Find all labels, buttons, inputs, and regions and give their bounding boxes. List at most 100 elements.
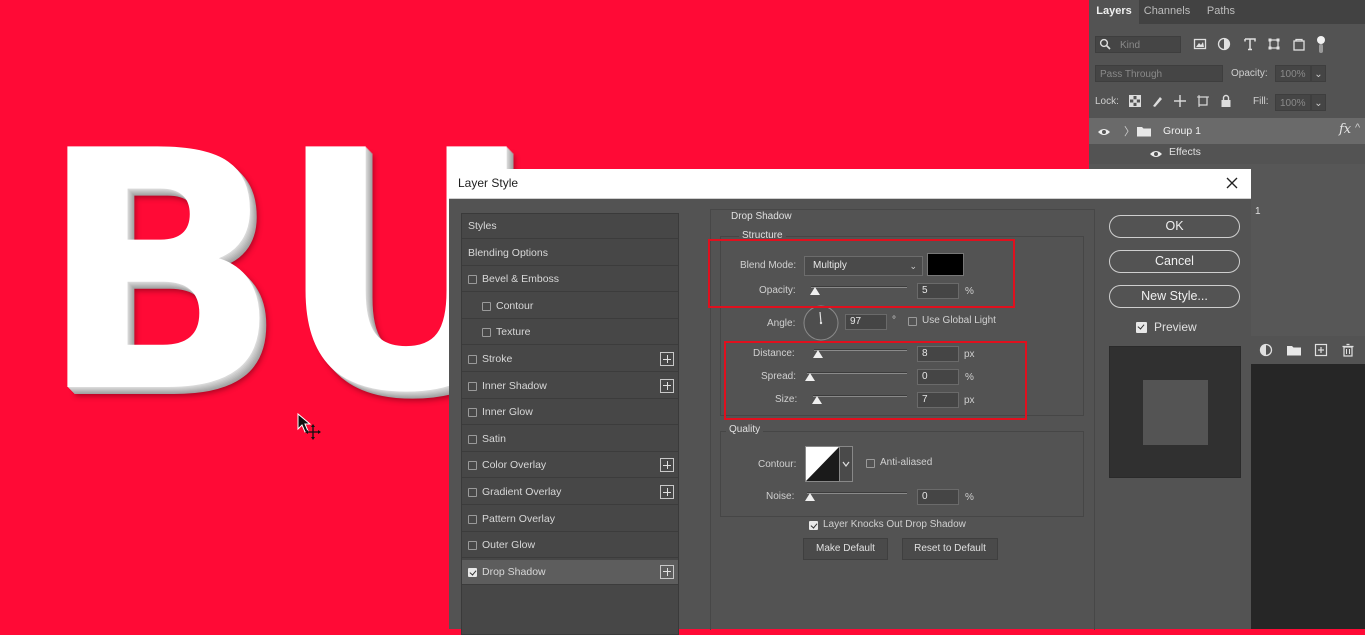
preview-thumbnail <box>1109 346 1241 478</box>
anti-aliased-checkbox[interactable] <box>866 459 875 468</box>
fx-chevron-icon[interactable]: ^ <box>1355 122 1360 134</box>
add-drop-shadow-icon[interactable] <box>660 564 674 579</box>
style-item-inner-glow[interactable]: Inner Glow <box>462 400 678 426</box>
bevel-emboss-checkbox[interactable] <box>468 275 477 285</box>
gradient-overlay-checkbox[interactable] <box>468 488 477 497</box>
style-item-stroke[interactable]: Stroke <box>462 347 678 372</box>
preview-label: Preview <box>1154 320 1197 334</box>
knocks-out-label: Layer Knocks Out Drop Shadow <box>823 519 966 530</box>
effects-row[interactable]: Effects <box>1089 144 1365 164</box>
style-item-blending-options[interactable]: Blending Options <box>462 241 678 266</box>
contour-picker[interactable] <box>805 446 853 482</box>
reset-to-default-button[interactable]: Reset to Default <box>902 538 998 560</box>
chevron-right-icon[interactable]: 〉 <box>1124 123 1135 139</box>
effects-eye-icon[interactable] <box>1149 147 1163 161</box>
add-inner-shadow-icon[interactable] <box>660 378 674 393</box>
texture-checkbox[interactable] <box>482 328 491 338</box>
filter-toggle-icon[interactable] <box>1317 36 1325 44</box>
lock-transparent-icon[interactable] <box>1128 94 1142 108</box>
style-item-label: Satin <box>482 432 506 445</box>
style-item-bevel-emboss[interactable]: Bevel & Emboss <box>462 267 678 293</box>
filter-toggle-stem <box>1319 44 1323 53</box>
style-item-inner-shadow[interactable]: Inner Shadow <box>462 374 678 399</box>
layer-blend-mode-select[interactable]: Pass Through <box>1095 65 1223 82</box>
tab-paths[interactable]: Paths <box>1195 0 1247 24</box>
use-global-light-checkbox[interactable] <box>908 317 917 326</box>
pattern-overlay-checkbox[interactable] <box>468 514 477 524</box>
smart-object-filter-icon[interactable] <box>1292 37 1306 51</box>
style-item-gradient-overlay[interactable]: Gradient Overlay <box>462 480 678 505</box>
pixel-filter-icon[interactable] <box>1193 37 1207 51</box>
add-stroke-icon[interactable] <box>660 352 674 366</box>
adjustment-layer-icon[interactable] <box>1259 343 1273 357</box>
fx-icon[interactable]: fx <box>1339 122 1351 137</box>
styles-list: Styles Blending Options Bevel & Emboss Cont… <box>461 213 679 635</box>
style-item-contour[interactable]: Contour <box>462 294 678 319</box>
new-group-icon[interactable] <box>1286 343 1302 357</box>
style-item-label: Inner Shadow <box>482 379 547 392</box>
shape-filter-icon[interactable] <box>1267 37 1281 51</box>
cancel-button[interactable]: Cancel <box>1109 250 1240 273</box>
layer-fill-input[interactable]: 100% <box>1275 94 1311 111</box>
style-item-satin[interactable]: Satin <box>462 427 678 452</box>
tab-channels[interactable]: Channels <box>1141 0 1193 24</box>
style-item-styles[interactable]: Styles <box>462 214 678 239</box>
style-item-label: Styles <box>468 220 497 232</box>
layer-fill-dropdown[interactable]: ⌄ <box>1311 94 1326 111</box>
angle-unit: ° <box>892 315 896 326</box>
drop-shadow-checkbox[interactable] <box>468 567 477 577</box>
type-filter-icon[interactable] <box>1243 37 1257 51</box>
style-item-label: Texture <box>496 326 531 339</box>
effects-label: Effects <box>1169 146 1201 158</box>
dialog-titlebar[interactable]: Layer Style <box>449 169 1251 199</box>
style-item-drop-shadow[interactable]: Drop Shadow <box>462 559 678 585</box>
anti-aliased-label: Anti-aliased <box>880 457 933 468</box>
style-item-label: Contour <box>496 299 534 312</box>
new-layer-icon[interactable] <box>1314 343 1328 357</box>
make-default-button[interactable]: Make Default <box>803 538 888 560</box>
color-overlay-checkbox[interactable] <box>468 461 477 471</box>
style-item-color-overlay[interactable]: Color Overlay <box>462 453 678 479</box>
knocks-out-checkbox[interactable] <box>809 521 818 530</box>
trash-icon[interactable] <box>1341 343 1355 357</box>
style-item-pattern-overlay[interactable]: Pattern Overlay <box>462 507 678 532</box>
layer-opacity-dropdown[interactable]: ⌄ <box>1311 65 1326 82</box>
add-gradient-overlay-icon[interactable] <box>660 485 674 499</box>
outer-glow-checkbox[interactable] <box>468 541 477 551</box>
move-cursor-icon <box>297 412 321 440</box>
style-item-texture[interactable]: Texture <box>462 320 678 346</box>
layer-opacity-label: Opacity: <box>1231 68 1268 79</box>
stroke-checkbox[interactable] <box>468 355 477 364</box>
quality-title: Quality <box>726 424 764 435</box>
contour-checkbox[interactable] <box>482 301 491 311</box>
visibility-eye-icon[interactable] <box>1097 125 1111 139</box>
lock-all-icon[interactable] <box>1219 94 1233 108</box>
layer-row-group-1[interactable]: 〉 Group 1 fx ^ <box>1089 118 1365 144</box>
preview-checkbox[interactable] <box>1136 322 1147 333</box>
noise-input[interactable]: 0 <box>917 489 959 505</box>
noise-slider[interactable] <box>807 492 907 494</box>
angle-dial[interactable] <box>802 304 840 342</box>
style-item-label: Blending Options <box>468 246 548 259</box>
add-color-overlay-icon[interactable] <box>660 458 674 473</box>
use-global-light-label: Use Global Light <box>922 315 996 326</box>
close-icon[interactable] <box>1221 172 1243 194</box>
inner-glow-checkbox[interactable] <box>468 408 477 418</box>
lock-artboard-icon[interactable] <box>1196 94 1210 108</box>
adjustment-filter-icon[interactable] <box>1217 37 1231 51</box>
layer-opacity-input[interactable]: 100% <box>1275 65 1311 82</box>
noise-slider-thumb[interactable] <box>805 493 815 501</box>
dialog-title: Layer Style <box>458 176 519 190</box>
inner-shadow-checkbox[interactable] <box>468 381 477 391</box>
satin-checkbox[interactable] <box>468 434 477 444</box>
style-item-label: Outer Glow <box>482 539 536 552</box>
lock-position-icon[interactable] <box>1173 94 1187 108</box>
layer-style-dialog: Layer Style Styles Blending Options Bevel … <box>449 169 1251 635</box>
ok-button[interactable]: OK <box>1109 215 1240 238</box>
preview-swatch <box>1143 380 1208 445</box>
lock-pixels-icon[interactable] <box>1151 94 1165 108</box>
angle-input[interactable]: 97 <box>845 314 887 330</box>
tab-layers[interactable]: Layers <box>1089 0 1139 24</box>
new-style-button[interactable]: New Style... <box>1109 285 1240 308</box>
style-item-outer-glow[interactable]: Outer Glow <box>462 533 678 559</box>
